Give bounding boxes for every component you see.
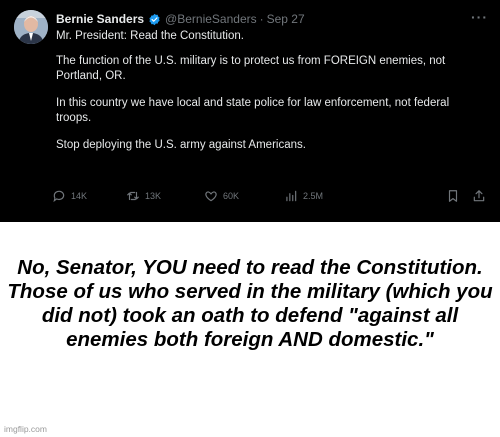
retweet-button[interactable]: 13K [126,189,161,203]
tweet-actions: 14K 13K 60K 2.5M [52,189,488,205]
share-icon [473,190,485,202]
views-count: 2.5M [303,191,324,201]
reply-icon [53,190,65,203]
bookmark-icon [448,190,458,202]
bookmark-button[interactable] [446,189,460,203]
avatar-image [14,10,48,44]
tweet-paragraph: Mr. President: Read the Constitution. [56,30,244,42]
like-count: 60K [223,191,240,201]
author-handle[interactable]: @BernieSanders [165,12,257,26]
tweet-paragraph: The function of the U.S. military is to … [56,55,446,82]
avatar[interactable] [14,10,48,44]
views-button[interactable]: 2.5M [284,189,323,203]
tweet-date[interactable]: Sep 27 [267,12,305,26]
reply-count: 14K [71,191,88,201]
share-button[interactable] [472,189,486,203]
tweet-paragraph: Stop deploying the U.S. army against Ame… [56,139,306,151]
reply-button[interactable]: 14K [52,189,87,203]
like-button[interactable]: 60K [204,189,239,203]
meme-caption: No, Senator, YOU need to read the Consti… [7,256,493,351]
more-icon[interactable]: ··· [471,9,488,25]
retweet-count: 13K [145,191,162,201]
author-name[interactable]: Bernie Sanders [56,12,144,26]
heart-icon [205,191,217,202]
verified-badge-icon [149,13,160,25]
tweet-paragraph: In this country we have local and state … [56,97,450,124]
tweet-header: Bernie Sanders @BernieSanders · Sep 27 [56,11,460,27]
separator-dot: · [259,12,264,26]
views-chart-icon [286,190,297,202]
imgflip-watermark: imgflip.com [4,424,47,434]
tweet-body: Mr. President: Read the Constitution. Th… [56,29,486,165]
retweet-icon [127,191,139,201]
tweet-card: Bernie Sanders @BernieSanders · Sep 27 ·… [0,0,500,222]
